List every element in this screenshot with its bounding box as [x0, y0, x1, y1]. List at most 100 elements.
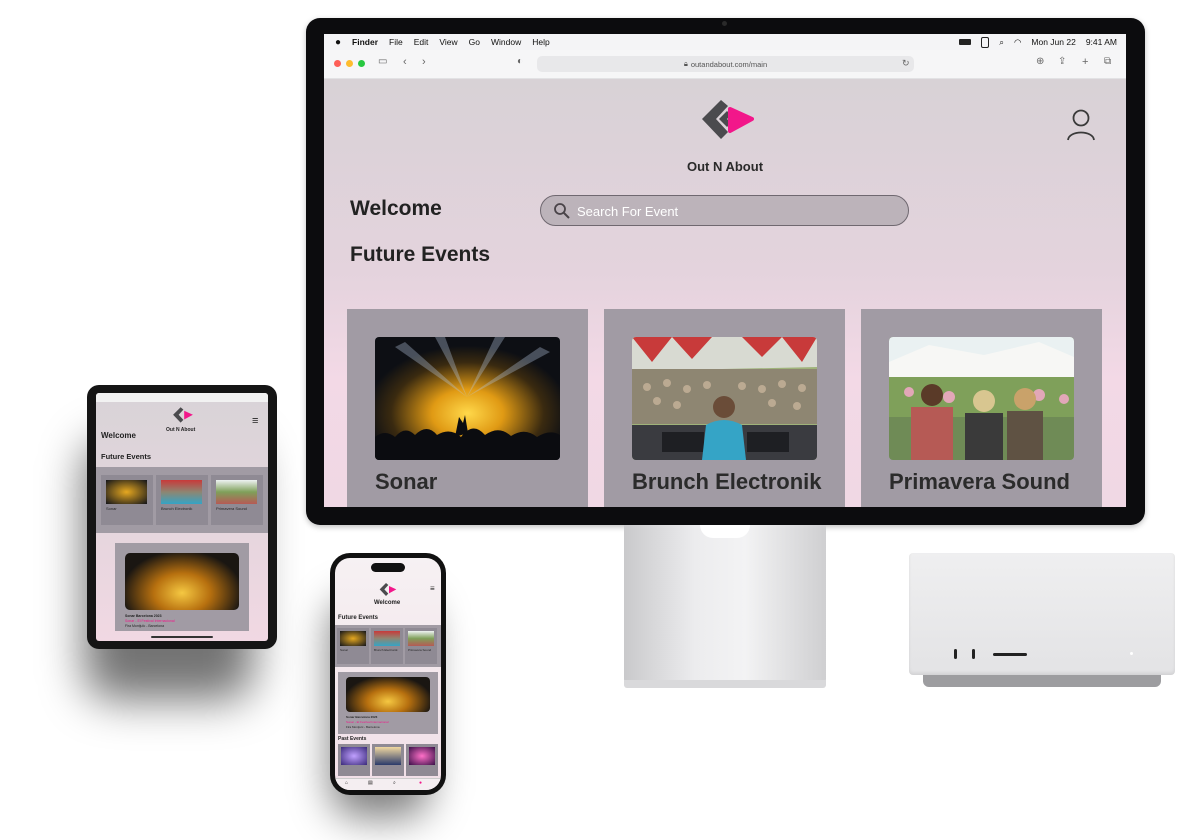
past-event-card[interactable] [338, 744, 370, 776]
event-card[interactable]: Primavera Sound [211, 475, 263, 525]
battery-icon[interactable] [959, 39, 972, 45]
featured-title: Sonar Barcelona 2023 [125, 614, 162, 618]
share-icon[interactable]: ⇪ [1058, 56, 1066, 67]
future-events-heading: Future Events [350, 243, 491, 266]
search-icon [554, 203, 570, 219]
address-bar[interactable]: 🔒︎ outandabout.com/main [537, 56, 914, 72]
event-card[interactable]: Primavera Sound [405, 628, 437, 664]
display-stand [624, 525, 826, 685]
menubar-time[interactable]: 9:41 AM [1086, 37, 1117, 47]
welcome-heading: Welcome [101, 431, 136, 440]
power-led [1130, 652, 1133, 655]
menu-go[interactable]: Go [469, 37, 480, 47]
desktop-screen: ● Finder File Edit View Go Window Help ⌕… [324, 34, 1126, 507]
event-title: Primavera Sound [408, 648, 432, 652]
menubar-date[interactable]: Mon Jun 22 [1031, 37, 1075, 47]
camera-dot [722, 21, 727, 26]
reload-icon[interactable]: ↻ [902, 58, 910, 69]
ipad-screen: Out N About ≡ Welcome Future Events Sona… [96, 393, 268, 641]
tab-home-icon[interactable]: ⌂ [345, 780, 348, 786]
minimize-window-button[interactable] [346, 60, 353, 67]
apple-icon[interactable]: ● [335, 37, 341, 48]
featured-event-image [125, 553, 239, 610]
event-card-brunch-electronik[interactable]: Brunch Electronik [604, 309, 845, 507]
featured-title: Sonar Barcelona 2023 [346, 715, 378, 719]
event-title: Sonar [106, 506, 117, 511]
event-title: Sonar [340, 648, 349, 652]
featured-event-card[interactable]: Sonar Barcelona 2023 Sonar - El Festival… [115, 543, 249, 631]
dynamic-island [371, 563, 405, 572]
tab-overview-icon[interactable]: ⧉ [1104, 56, 1111, 67]
close-window-button[interactable] [334, 60, 341, 67]
menu-help[interactable]: Help [532, 37, 549, 47]
tab-search-icon[interactable]: ⌕ [393, 780, 396, 786]
mac-studio [909, 553, 1175, 675]
event-search-input[interactable]: Search For Event [540, 195, 909, 226]
mac-menubar: ● Finder File Edit View Go Window Help ⌕… [324, 34, 1126, 50]
usb-port [954, 649, 957, 659]
event-image-dj-crowd [632, 337, 817, 460]
event-title: Sonar [375, 469, 438, 494]
past-event-card[interactable] [372, 744, 404, 776]
forward-chevron-icon[interactable]: › [422, 56, 426, 68]
featured-event-card[interactable]: Sonar Barcelona 2023 Sonar - El Festival… [338, 672, 438, 734]
event-card[interactable]: Sonar [101, 475, 153, 525]
zoom-window-button[interactable] [358, 60, 365, 67]
back-chevron-icon[interactable]: ‹ [403, 56, 407, 68]
out-n-about-logo-icon[interactable] [700, 97, 754, 145]
sidebar-toggle-icon[interactable]: ▭ [378, 56, 387, 67]
hamburger-menu-icon[interactable]: ≡ [252, 415, 258, 427]
lock-icon: 🔒︎ [683, 59, 688, 68]
mac-studio-base [923, 675, 1161, 687]
downloads-icon[interactable]: ⊕ [1036, 56, 1044, 67]
future-events-heading: Future Events [101, 452, 152, 461]
stand-foot [624, 680, 826, 688]
control-center-icon[interactable] [981, 36, 990, 48]
event-title: Brunch Electronik [632, 469, 822, 494]
featured-event-image [346, 677, 430, 712]
featured-location: Fira Montjuïc - Barcelona [346, 725, 380, 729]
search-placeholder: Search For Event [577, 204, 679, 219]
iphone-screen: ≡ Welcome Future Events Sonar Brunch Ele… [335, 558, 441, 790]
out-n-about-logo-icon[interactable] [379, 582, 397, 598]
spotlight-icon[interactable]: ⌕ [999, 37, 1004, 48]
tab-bar: ⌂ ▤ ⌕ ● [335, 778, 441, 790]
usb-port [972, 649, 975, 659]
event-title: Primavera Sound [889, 469, 1070, 494]
privacy-shield-icon[interactable]: ◐ [517, 56, 523, 67]
event-card[interactable]: Sonar [337, 628, 369, 664]
url-text: outandabout.com/main [690, 59, 768, 69]
featured-subtitle: Sonar - El Festival Internacional [125, 619, 175, 623]
stand-cutout [700, 525, 750, 538]
tab-tickets-icon[interactable]: ▤ [368, 780, 373, 786]
event-title: Primavera Sound [216, 506, 247, 511]
brand-name: Out N About [166, 427, 196, 433]
out-n-about-logo-icon[interactable] [172, 406, 194, 425]
menu-window[interactable]: Window [491, 37, 521, 47]
event-card-sonar[interactable]: Sonar [347, 309, 588, 507]
browser-toolbar: ▭ ‹ › ◐ 🔒︎ outandabout.com/main ↻ ⊕ ⇪ + … [324, 50, 1126, 79]
event-card[interactable]: Brunch Electronik [156, 475, 208, 525]
hamburger-menu-icon[interactable]: ≡ [430, 584, 435, 593]
future-events-heading: Future Events [338, 615, 379, 621]
event-card[interactable]: Brunch Electronik [371, 628, 403, 664]
menu-view[interactable]: View [439, 37, 457, 47]
welcome-heading: Welcome [374, 600, 401, 606]
wifi-icon[interactable]: ◠ [1014, 37, 1021, 48]
past-event-card[interactable] [406, 744, 438, 776]
brand-name: Out N About [686, 159, 764, 174]
ipad-status-bar [96, 393, 268, 402]
featured-subtitle: Sonar - El Festival Internacional [346, 720, 389, 724]
menu-edit[interactable]: Edit [414, 37, 429, 47]
user-profile-icon[interactable] [1066, 109, 1096, 141]
home-indicator [151, 636, 213, 638]
tab-profile-icon[interactable]: ● [419, 780, 422, 786]
event-title: Brunch Electronik [374, 648, 398, 652]
new-tab-icon[interactable]: + [1082, 56, 1088, 68]
menu-app-name[interactable]: Finder [352, 37, 378, 47]
event-card-primavera-sound[interactable]: Primavera Sound [861, 309, 1102, 507]
featured-location: Fira Montjuïc - Barcelona [125, 624, 165, 628]
web-page: Out N About Welcome Future Events Search… [324, 79, 1126, 507]
welcome-heading: Welcome [350, 197, 442, 220]
menu-file[interactable]: File [389, 37, 403, 47]
